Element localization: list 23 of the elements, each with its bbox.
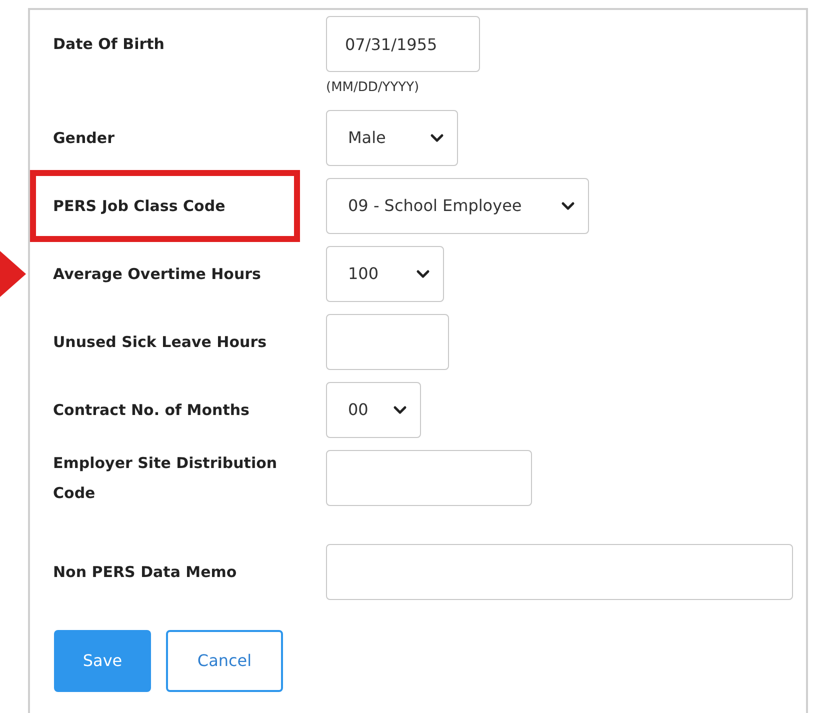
dropdown[interactable]: Male: [326, 110, 458, 166]
dropdown-value: 00: [348, 398, 368, 420]
field-label: Date Of Birth: [53, 34, 164, 55]
dropdown-value: 09 - School Employee: [348, 194, 522, 216]
arrow-pointer-icon: [0, 250, 26, 296]
cancel-button[interactable]: Cancel: [166, 630, 283, 692]
dropdown-value: Male: [348, 126, 386, 148]
format-hint: (MM/DD/YYYY): [326, 79, 420, 97]
input-field[interactable]: [326, 450, 532, 506]
field-label: Unused Sick Leave Hours: [53, 332, 267, 352]
dropdown[interactable]: 09 - School Employee: [326, 178, 589, 234]
field-label: PERS Job Class Code: [53, 196, 226, 216]
field-label: Contract No. of Months: [53, 400, 250, 420]
dropdown[interactable]: 00: [326, 382, 421, 438]
field-label: Employer Site Distribution Code: [53, 452, 278, 504]
field-label: Gender: [53, 128, 114, 148]
field-label: Non PERS Data Memo: [53, 562, 237, 582]
input-field[interactable]: 07/31/1955: [326, 16, 480, 72]
dropdown[interactable]: 100: [326, 246, 444, 302]
field-label: Average Overtime Hours: [53, 264, 261, 284]
dropdown-value: 100: [348, 262, 379, 284]
input-field[interactable]: [326, 544, 793, 600]
input-field[interactable]: [326, 314, 449, 370]
